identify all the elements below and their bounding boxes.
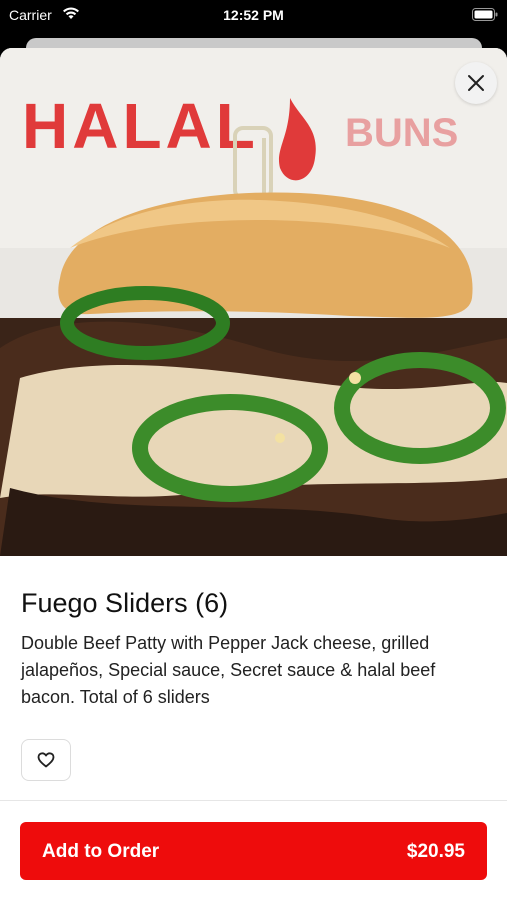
- sign-text-right: BUNS: [345, 111, 458, 155]
- divider: [0, 800, 507, 801]
- order-price: $20.95: [406, 841, 465, 862]
- battery-icon: [472, 8, 498, 21]
- close-icon: [468, 75, 484, 91]
- add-to-order-label: Add to Order: [42, 841, 160, 862]
- status-bar: Carrier 12:52 PM: [0, 0, 507, 30]
- product-title: Fuego Sliders (6): [21, 588, 229, 618]
- product-image: HALAL BUNS: [0, 48, 507, 556]
- favorite-button[interactable]: [21, 739, 71, 781]
- add-to-order-button[interactable]: Add to Order $20.95: [20, 822, 487, 880]
- product-sheet: HALAL BUNS Fuego Sliders (6) Double Beef…: [0, 48, 507, 900]
- status-time: 12:52 PM: [223, 7, 284, 23]
- close-button[interactable]: [455, 62, 497, 104]
- heart-icon: [37, 752, 55, 768]
- sign-text-left: HALAL: [22, 90, 259, 162]
- product-description: Double Beef Patty with Pepper Jack chees…: [21, 633, 436, 707]
